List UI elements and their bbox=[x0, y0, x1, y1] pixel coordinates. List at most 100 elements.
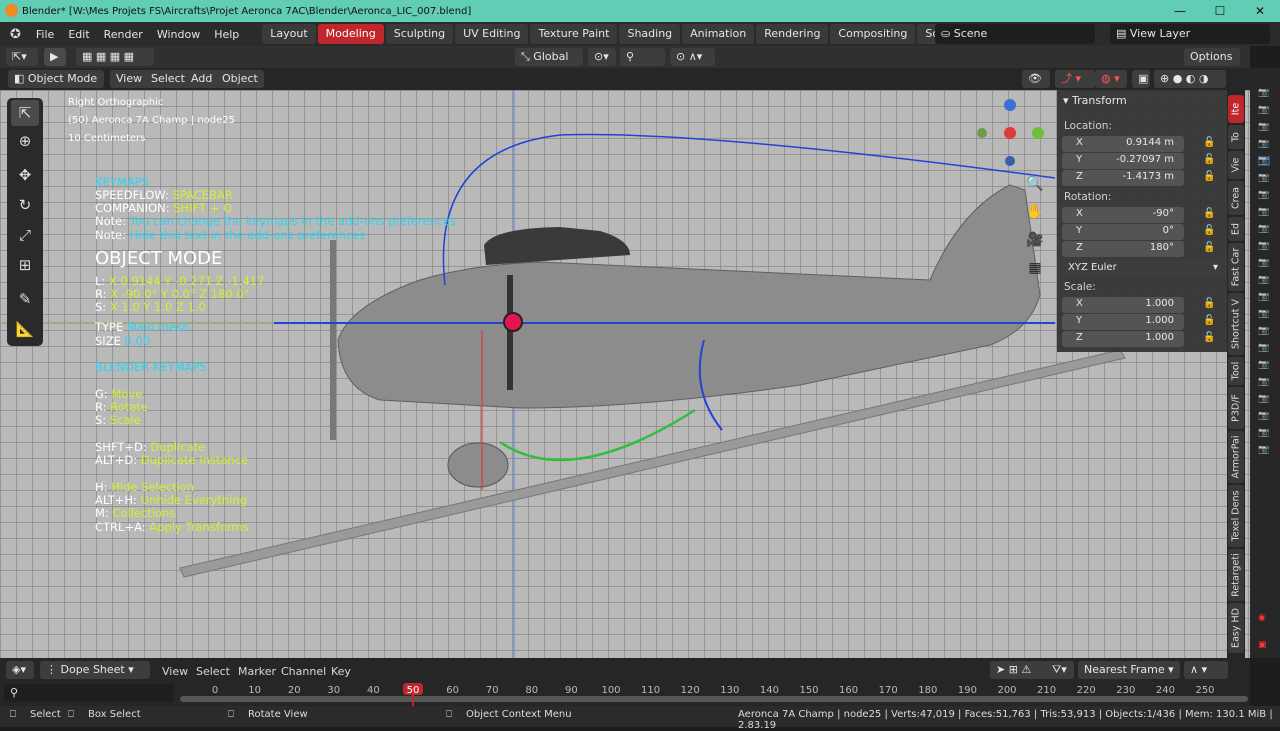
menu-help[interactable]: Help bbox=[207, 28, 246, 41]
filter-icon[interactable]: ⛛▾ bbox=[1046, 661, 1074, 679]
tab-p3d[interactable]: P3D/F bbox=[1228, 387, 1244, 429]
camera-icon[interactable]: 📷 bbox=[1258, 428, 1270, 438]
xray-icon[interactable]: ▣ bbox=[1132, 70, 1150, 88]
camera-icon[interactable]: 📷 bbox=[1258, 190, 1270, 200]
rotate-icon[interactable]: ↻ bbox=[11, 192, 39, 218]
proportional-edit-icon[interactable]: ⊙ ∧▾ bbox=[670, 48, 715, 66]
zoom-icon[interactable]: 🔍 bbox=[1023, 170, 1047, 198]
tab-shortcut-vur[interactable]: Shortcut V bbox=[1228, 293, 1244, 355]
camera-icon[interactable]: 📷 bbox=[1258, 292, 1270, 302]
location-z-field[interactable]: Z -1.4173 m bbox=[1062, 170, 1184, 186]
visibility-icon[interactable]: 👁▾ bbox=[1022, 70, 1050, 103]
lock-icon[interactable]: 🔓 bbox=[1203, 154, 1215, 165]
snap-dropdown[interactable]: Nearest Frame ▾ bbox=[1078, 661, 1180, 679]
camera-icon[interactable]: 📷 bbox=[1258, 207, 1270, 217]
object-props-icon[interactable]: ▣ bbox=[1258, 640, 1270, 650]
tab-create[interactable]: Crea bbox=[1228, 181, 1244, 215]
camera-icon[interactable]: 📷 bbox=[1258, 360, 1270, 370]
lock-icon[interactable]: 🔓 bbox=[1203, 332, 1215, 343]
lock-icon[interactable]: 🔓 bbox=[1203, 208, 1215, 219]
gizmo-z-icon[interactable] bbox=[1004, 99, 1016, 111]
location-y-field[interactable]: Y -0.27097 m bbox=[1062, 153, 1184, 169]
cursor-icon[interactable]: ⊕ bbox=[11, 128, 39, 154]
camera-icon[interactable]: 📷 bbox=[1258, 173, 1270, 183]
tab-texel-density[interactable]: Texel Dens bbox=[1228, 485, 1244, 547]
select-box-icon[interactable]: ⇱ bbox=[11, 100, 39, 126]
dope-menu-channel[interactable]: Channel bbox=[281, 665, 326, 678]
timeline-scrollbar[interactable] bbox=[180, 696, 1248, 702]
move-icon[interactable]: ✥ bbox=[11, 162, 39, 188]
tab-armorpaint[interactable]: ArmorPai bbox=[1228, 431, 1244, 483]
tab-modeling[interactable]: Modeling bbox=[317, 24, 384, 44]
camera-icon[interactable]: 📷 bbox=[1258, 224, 1270, 234]
lock-icon[interactable]: 🔓 bbox=[1203, 298, 1215, 309]
tab-sculpting[interactable]: Sculpting bbox=[385, 24, 454, 44]
options-dropdown[interactable]: Options ▾ bbox=[1184, 48, 1240, 81]
measure-icon[interactable]: 📐 bbox=[11, 316, 39, 342]
tab-tool[interactable]: To bbox=[1228, 125, 1244, 149]
proportional-icon[interactable]: ∧ ▾ bbox=[1184, 661, 1228, 679]
lock-icon[interactable]: 🔓 bbox=[1203, 242, 1215, 253]
rotation-mode-dropdown[interactable]: XYZ Euler ▾ bbox=[1062, 261, 1222, 277]
tab-edit[interactable]: Ed bbox=[1228, 217, 1244, 241]
editor-type-icon[interactable]: ◈▾ bbox=[6, 661, 34, 679]
lock-icon[interactable]: 🔓 bbox=[1203, 225, 1215, 236]
tab-easy-hdri[interactable]: Easy HD bbox=[1228, 603, 1244, 653]
tool-select-icon[interactable]: ⇱▾ bbox=[6, 48, 38, 66]
rotation-x-field[interactable]: X -90° bbox=[1062, 207, 1184, 223]
rotation-z-field[interactable]: Z 180° bbox=[1062, 241, 1184, 257]
object-origin-marker[interactable] bbox=[503, 312, 523, 332]
maximize-button[interactable]: ☐ bbox=[1200, 0, 1240, 22]
dope-menu-select[interactable]: Select bbox=[196, 665, 230, 678]
menu-object[interactable]: Object bbox=[216, 70, 264, 88]
menu-file[interactable]: File bbox=[29, 28, 61, 41]
dope-menu-key[interactable]: Key bbox=[331, 665, 351, 678]
view-layer-selector[interactable]: ▤ View Layer bbox=[1110, 24, 1270, 44]
tab-rendering[interactable]: Rendering bbox=[756, 24, 829, 44]
gizmo-x-icon[interactable] bbox=[1004, 127, 1016, 139]
timeline-ruler[interactable]: 0 10 20 30 40 50 60 70 80 90 100 110 120 130 140 150 160… bbox=[0, 680, 1250, 706]
camera-icon[interactable]: 📷 bbox=[1258, 241, 1270, 251]
pivot-icon[interactable]: ⊙▾ bbox=[588, 48, 616, 66]
menu-edit[interactable]: Edit bbox=[61, 28, 96, 41]
close-button[interactable]: ✕ bbox=[1240, 0, 1280, 22]
annotate-icon[interactable]: ✎ bbox=[11, 286, 39, 312]
camera-icon[interactable]: 📷 bbox=[1258, 445, 1270, 455]
gizmo-neg-z-icon[interactable] bbox=[1005, 156, 1015, 166]
pan-hand-icon[interactable]: ✋ bbox=[1023, 198, 1047, 226]
tab-view[interactable]: Vie bbox=[1228, 151, 1244, 179]
tab-fast-carve[interactable]: Fast Car bbox=[1228, 243, 1244, 291]
lock-icon[interactable]: 🔓 bbox=[1203, 137, 1215, 148]
scale-x-field[interactable]: X 1.000 bbox=[1062, 297, 1184, 313]
scale-icon[interactable]: ⤢ bbox=[11, 222, 39, 248]
camera-icon[interactable]: 📷 bbox=[1258, 275, 1270, 285]
gizmo-toggle-icon[interactable]: ⤴ ▾ bbox=[1055, 70, 1095, 88]
camera-icon[interactable]: 📷 bbox=[1258, 394, 1270, 404]
camera-icon[interactable]: 📷 bbox=[1258, 88, 1270, 98]
selection-mode-icons[interactable]: ▦ ▦ ▦ ▦ bbox=[76, 48, 154, 66]
scale-y-field[interactable]: Y 1.000 bbox=[1062, 314, 1184, 330]
camera-icon[interactable]: 📷 bbox=[1258, 309, 1270, 319]
gizmo-y-icon[interactable] bbox=[1032, 127, 1044, 139]
tab-compositing[interactable]: Compositing bbox=[830, 24, 916, 44]
transform-orientation-dropdown[interactable]: ⤡ Global ▾ bbox=[515, 48, 583, 81]
tab-texture-paint[interactable]: Texture Paint bbox=[530, 24, 618, 44]
camera-icon[interactable]: 📷 bbox=[1258, 258, 1270, 268]
camera-icon[interactable]: 📷 bbox=[1258, 156, 1270, 166]
grid-icon[interactable]: ▦ bbox=[1023, 254, 1047, 282]
camera-icon[interactable]: 📷 bbox=[1258, 122, 1270, 132]
gizmo-neg-y-icon[interactable] bbox=[977, 128, 987, 138]
navigation-gizmo[interactable] bbox=[975, 95, 1045, 175]
tweak-icon[interactable]: ▶ bbox=[44, 48, 66, 66]
overlays-toggle-icon[interactable]: ◍ ▾ bbox=[1095, 70, 1127, 88]
tab-item[interactable]: Ite bbox=[1228, 95, 1244, 123]
lock-icon[interactable]: 🔓 bbox=[1203, 171, 1215, 182]
camera-icon[interactable]: 📷 bbox=[1258, 105, 1270, 115]
tab-retarget[interactable]: Retargeti bbox=[1228, 549, 1244, 601]
tab-animation[interactable]: Animation bbox=[682, 24, 755, 44]
camera-icon[interactable]: 📷 bbox=[1258, 343, 1270, 353]
scene-selector[interactable]: ⛀ Scene bbox=[935, 24, 1095, 44]
camera-icon[interactable]: 📷 bbox=[1258, 139, 1270, 149]
camera-icon[interactable]: 🎥 bbox=[1023, 226, 1047, 254]
lock-icon[interactable]: 🔓 bbox=[1203, 315, 1215, 326]
